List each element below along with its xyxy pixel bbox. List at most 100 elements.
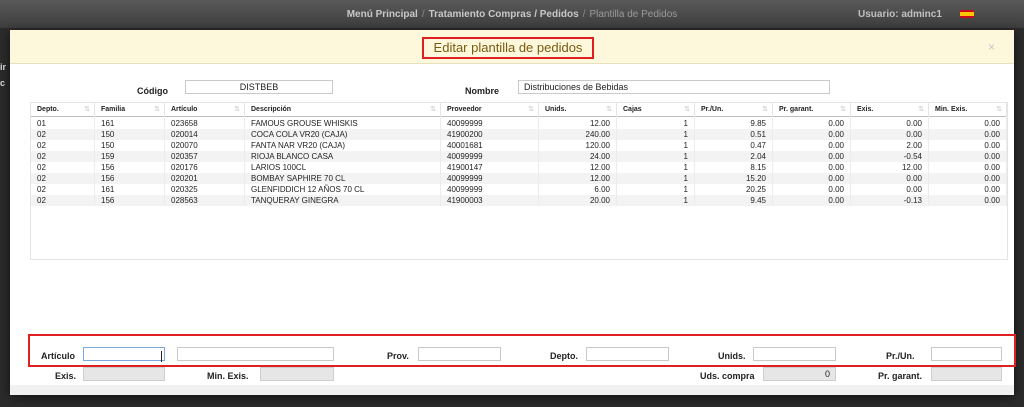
sort-icon[interactable]: ⇅: [996, 103, 1002, 117]
cell-exis: -0.13: [851, 195, 929, 206]
table-row[interactable]: 02 150 020070 FANTA NAR VR20 (CAJA) 40001681…: [31, 140, 1007, 151]
cell-unids: 12.00: [539, 162, 617, 173]
nombre-label: Nombre: [465, 86, 500, 96]
cell-proveedor: 40099999: [441, 173, 539, 184]
prov-input[interactable]: [418, 347, 501, 361]
minexis-label: Min. Exis.: [207, 371, 249, 381]
modal-header: Editar plantilla de pedidos ×: [10, 30, 1014, 64]
articulo-input[interactable]: [83, 347, 165, 361]
table-row[interactable]: 02 156 020176 LARIOS 100CL 41900147 12.00 1 8.1…: [31, 162, 1007, 173]
cell-min-exis: 0.00: [929, 118, 1007, 129]
cell-cajas: 1: [617, 129, 695, 140]
column-header-familia[interactable]: Familia ⇅: [95, 103, 165, 117]
table-row[interactable]: 02 156 020201 BOMBAY SAPHIRE 70 CL 40099999 1…: [31, 173, 1007, 184]
table-row[interactable]: 02 161 020325 GLENFIDDICH 12 AÑOS 70 CL 4009…: [31, 184, 1007, 195]
table-row[interactable]: 02 150 020014 COCA COLA VR20 (CAJA) 41900200…: [31, 129, 1007, 140]
cell-proveedor: 40099999: [441, 118, 539, 129]
column-header-descripcion[interactable]: Descripción ⇅: [245, 103, 441, 117]
cell-exis: 0.00: [851, 129, 929, 140]
column-header-label: Descripción: [251, 106, 292, 113]
sort-icon[interactable]: ⇅: [918, 103, 924, 117]
table-header: Depto. ⇅ Familia ⇅ Artículo ⇅ Descripción ⇅ Prov…: [31, 103, 1007, 117]
cell-descripcion: TANQUERAY GINEGRA: [245, 195, 441, 206]
codigo-field[interactable]: DISTBEB: [185, 80, 333, 94]
column-header-pr-un[interactable]: Pr./Un. ⇅: [695, 103, 773, 117]
cell-pr-un: 20.25: [695, 184, 773, 195]
unids-input[interactable]: [753, 347, 836, 361]
prun-input[interactable]: [931, 347, 1002, 361]
sort-icon[interactable]: ⇅: [84, 103, 90, 117]
cell-exis: 2.00: [851, 140, 929, 151]
table-row[interactable]: 02 156 028563 TANQUERAY GINEGRA 41900003 20.0…: [31, 195, 1007, 206]
prov-label: Prov.: [387, 351, 409, 361]
sort-icon[interactable]: ⇅: [684, 103, 690, 117]
prgarant-label: Pr. garant.: [878, 371, 923, 381]
text-cursor: [161, 351, 162, 362]
cell-unids: 240.00: [539, 129, 617, 140]
column-header-min-exis[interactable]: Min. Exis. ⇅: [929, 103, 1007, 117]
depto-label: Depto.: [550, 351, 578, 361]
column-header-label: Familia: [101, 106, 126, 113]
column-header-pr-garant[interactable]: Pr. garant. ⇅: [773, 103, 851, 117]
nombre-field[interactable]: Distribuciones de Bebidas: [518, 80, 830, 94]
sort-icon[interactable]: ⇅: [606, 103, 612, 117]
table-row[interactable]: 02 159 020357 RIOJA BLANCO CASA 40099999 24.0…: [31, 151, 1007, 162]
column-header-cajas[interactable]: Cajas ⇅: [617, 103, 695, 117]
cell-familia: 161: [95, 184, 165, 195]
cell-articulo: 020176: [165, 162, 245, 173]
depto-input[interactable]: [586, 347, 669, 361]
column-header-label: Exis.: [857, 106, 874, 113]
edit-template-modal: Editar plantilla de pedidos × Código DIS…: [10, 30, 1016, 395]
descripcion-input[interactable]: [177, 347, 334, 361]
breadcrumb-menu[interactable]: Menú Principal: [347, 9, 418, 20]
cell-articulo: 020325: [165, 184, 245, 195]
cell-unids: 24.00: [539, 151, 617, 162]
user-label: Usuario:: [858, 9, 899, 20]
cell-descripcion: LARIOS 100CL: [245, 162, 441, 173]
spain-flag-icon[interactable]: [960, 10, 974, 18]
sort-icon[interactable]: ⇅: [762, 103, 768, 117]
column-header-articulo[interactable]: Artículo ⇅: [165, 103, 245, 117]
cell-proveedor: 40099999: [441, 184, 539, 195]
cell-exis: 0.00: [851, 184, 929, 195]
prgarant-field: [931, 367, 1002, 381]
cell-min-exis: 0.00: [929, 173, 1007, 184]
articulo-label: Artículo: [41, 351, 76, 361]
cell-pr-un: 8.15: [695, 162, 773, 173]
cell-familia: 150: [95, 140, 165, 151]
sort-icon[interactable]: ⇅: [528, 103, 534, 117]
sort-icon[interactable]: ⇅: [234, 103, 240, 117]
cell-min-exis: 0.00: [929, 151, 1007, 162]
sort-icon[interactable]: ⇅: [430, 103, 436, 117]
cell-pr-un: 15.20: [695, 173, 773, 184]
sort-icon[interactable]: ⇅: [154, 103, 160, 117]
cell-unids: 12.00: [539, 173, 617, 184]
column-header-proveedor[interactable]: Proveedor ⇅: [441, 103, 539, 117]
table-row[interactable]: 01 161 023658 FAMOUS GROUSE WHISKIS 40099999…: [31, 118, 1007, 129]
column-header-unids[interactable]: Unids. ⇅: [539, 103, 617, 117]
cell-exis: 12.00: [851, 162, 929, 173]
cell-descripcion: RIOJA BLANCO CASA: [245, 151, 441, 162]
column-header-label: Unids.: [545, 106, 567, 113]
top-bar: Menú Principal / Tratamiento Compras / Ped…: [0, 0, 1024, 28]
column-header-label: Depto.: [37, 106, 59, 113]
column-header-depto[interactable]: Depto. ⇅: [31, 103, 95, 117]
cell-pr-garant: 0.00: [773, 173, 851, 184]
close-icon[interactable]: ×: [988, 40, 995, 54]
cell-pr-garant: 0.00: [773, 140, 851, 151]
cell-pr-un: 0.51: [695, 129, 773, 140]
column-header-label: Artículo: [171, 106, 198, 113]
cell-descripcion: GLENFIDDICH 12 AÑOS 70 CL: [245, 184, 441, 195]
breadcrumb-section[interactable]: Tratamiento Compras / Pedidos: [429, 9, 579, 20]
cell-pr-un: 9.85: [695, 118, 773, 129]
sort-icon[interactable]: ⇅: [840, 103, 846, 117]
column-header-label: Pr./Un.: [701, 106, 724, 113]
cell-min-exis: 0.00: [929, 184, 1007, 195]
cell-pr-un: 0.47: [695, 140, 773, 151]
cell-depto: 02: [31, 140, 95, 151]
codigo-label: Código: [137, 86, 168, 96]
cell-cajas: 1: [617, 195, 695, 206]
column-header-exis[interactable]: Exis. ⇅: [851, 103, 929, 117]
cell-cajas: 1: [617, 151, 695, 162]
background-text-stub: ir: [0, 62, 7, 72]
